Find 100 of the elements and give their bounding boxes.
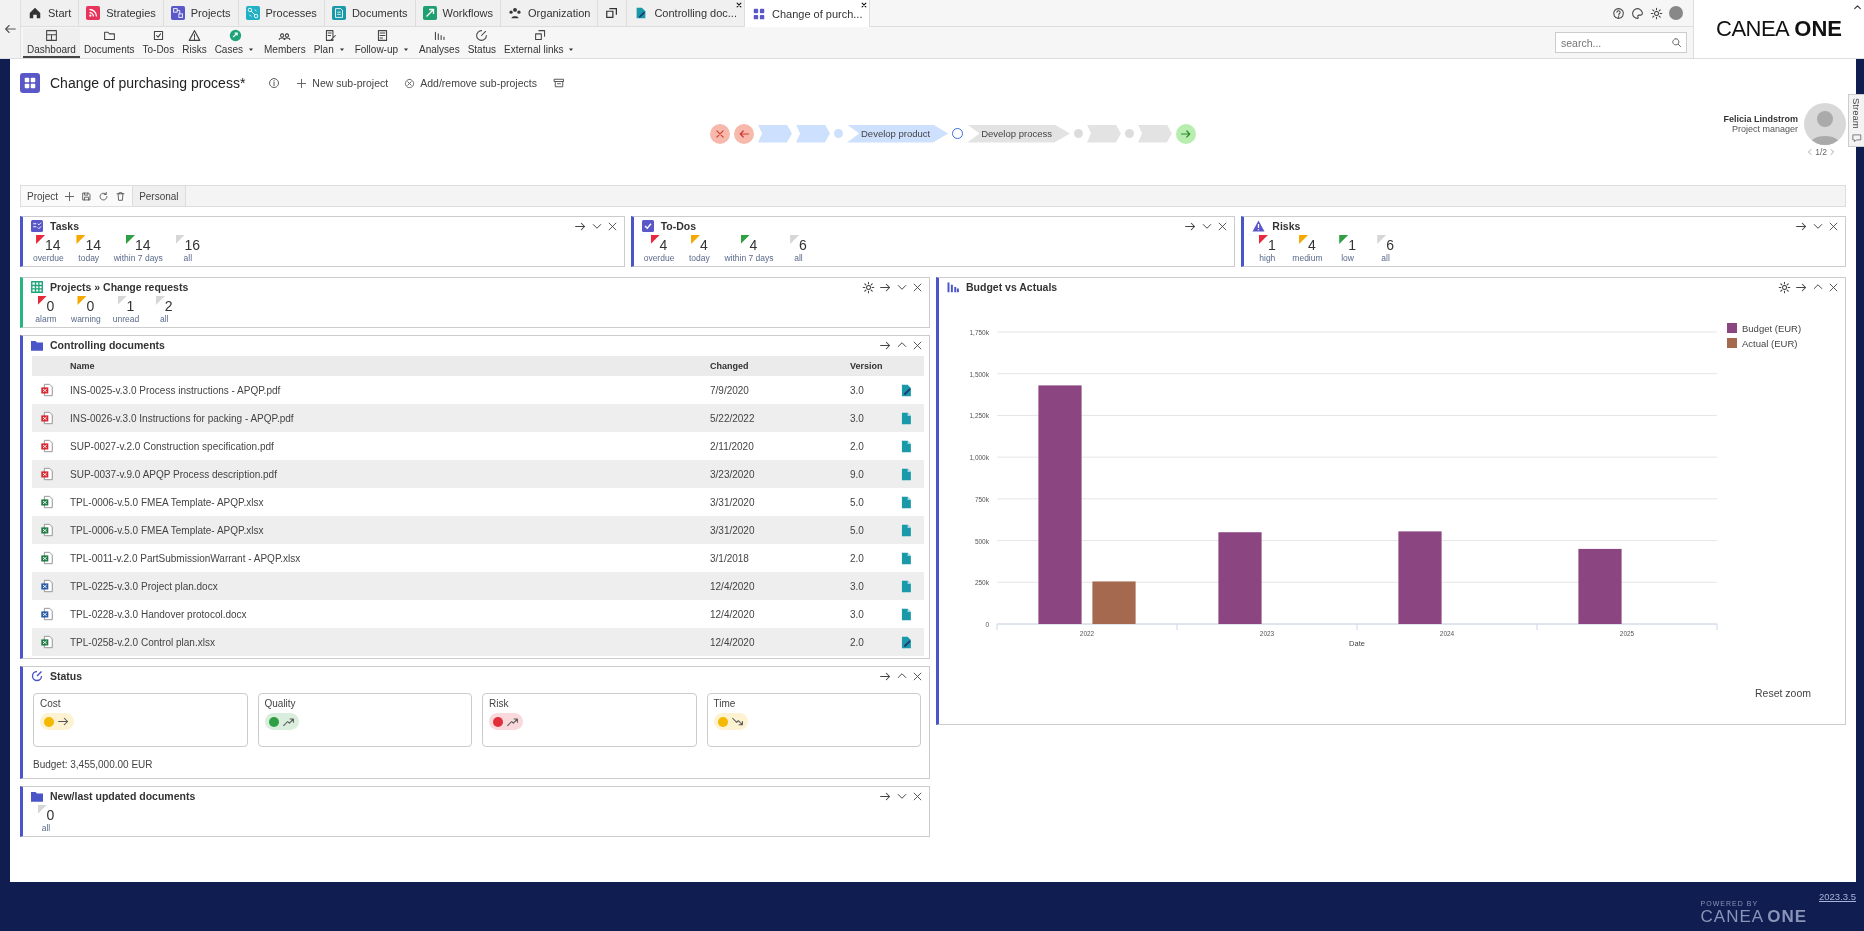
app-tab[interactable]: Change of purch... bbox=[744, 0, 871, 27]
document-link[interactable]: TPL-0225-v.3.0 Project plan.docx bbox=[70, 580, 218, 592]
toolbar-tab[interactable]: Members bbox=[260, 27, 310, 58]
previous-phase-button[interactable] bbox=[734, 123, 754, 144]
count-value[interactable]: 4 bbox=[749, 235, 758, 253]
count-value[interactable]: 4 bbox=[699, 235, 708, 253]
settings-button[interactable] bbox=[1778, 280, 1791, 294]
file-icon[interactable] bbox=[900, 411, 912, 425]
current-milestone[interactable] bbox=[952, 128, 964, 139]
column-header[interactable]: Name bbox=[70, 356, 710, 376]
next-phase-button[interactable] bbox=[1175, 123, 1196, 144]
bar[interactable] bbox=[1038, 385, 1082, 624]
help-icon[interactable] bbox=[1612, 6, 1625, 20]
count-value[interactable]: 0 bbox=[46, 805, 55, 823]
count-value[interactable]: 14 bbox=[85, 235, 101, 253]
file-icon[interactable] bbox=[900, 607, 912, 621]
toolbar-tab[interactable]: Risks bbox=[178, 27, 211, 58]
bar[interactable] bbox=[1218, 532, 1262, 624]
file-icon[interactable] bbox=[900, 579, 912, 593]
chevron-up-icon[interactable] bbox=[1853, 3, 1862, 12]
file-icon[interactable] bbox=[900, 467, 912, 481]
close-button[interactable] bbox=[912, 790, 923, 802]
toolbar-tab[interactable]: Plan bbox=[309, 27, 351, 58]
search-field[interactable]: search... bbox=[1555, 32, 1687, 53]
app-tab[interactable]: Controlling doc... bbox=[627, 0, 745, 26]
toolbar-tab[interactable]: Follow-up bbox=[350, 27, 416, 58]
count-value[interactable]: 14 bbox=[45, 235, 61, 253]
trash-icon[interactable] bbox=[115, 190, 127, 202]
stream-tab[interactable]: Stream bbox=[1848, 94, 1864, 147]
close-button[interactable] bbox=[912, 339, 923, 351]
legend-label[interactable]: Budget (EUR) bbox=[1742, 323, 1802, 334]
count-value[interactable]: 4 bbox=[659, 235, 668, 253]
count-value[interactable]: 0 bbox=[86, 296, 95, 314]
close-icon[interactable] bbox=[735, 2, 742, 8]
app-tab[interactable]: Documents bbox=[324, 0, 416, 26]
document-link[interactable]: INS-0025-v.3.0 Process instructions - APQP.pdf bbox=[70, 384, 281, 396]
count-value[interactable]: 1 bbox=[1348, 235, 1356, 253]
app-tab[interactable]: Organization bbox=[501, 0, 599, 26]
search-icon[interactable] bbox=[1671, 37, 1682, 48]
file-icon[interactable] bbox=[900, 495, 912, 509]
save-icon[interactable] bbox=[81, 190, 93, 202]
bar[interactable] bbox=[1398, 531, 1442, 624]
toolbar-button[interactable]: Add/remove sub-projects bbox=[401, 77, 540, 89]
toolbar-tab[interactable]: Documents bbox=[79, 27, 139, 58]
file-icon[interactable] bbox=[900, 439, 912, 453]
close-button[interactable] bbox=[1828, 281, 1839, 293]
reset-zoom-button[interactable]: Reset zoom bbox=[1748, 686, 1817, 700]
document-link[interactable]: TPL-0011-v.2.0 PartSubmissionWarrant - APQP.xlsx bbox=[70, 552, 301, 564]
milestone-dot[interactable] bbox=[1073, 129, 1083, 138]
close-icon[interactable] bbox=[861, 2, 868, 8]
milestone-dot[interactable] bbox=[834, 129, 843, 138]
phase-step[interactable]: Develop product bbox=[847, 124, 949, 143]
document-link[interactable]: SUP-0037-v.9.0 APQP Process description.pdf bbox=[70, 468, 277, 480]
user-avatar[interactable] bbox=[1669, 6, 1683, 20]
app-tab[interactable]: Strategies bbox=[79, 0, 164, 26]
toolbar-tab[interactable]: Analyses bbox=[415, 27, 464, 58]
view-tab[interactable]: Personal bbox=[133, 186, 186, 206]
app-tab[interactable]: Processes bbox=[238, 0, 325, 26]
refresh-icon[interactable] bbox=[98, 190, 110, 202]
close-button[interactable] bbox=[1828, 220, 1839, 232]
count-value[interactable]: 1 bbox=[126, 296, 135, 314]
document-link[interactable]: TPL-0006-v.5.0 FMEA Template- APQP.xlsx bbox=[70, 524, 264, 536]
app-tab[interactable]: Start bbox=[21, 0, 80, 26]
app-tab[interactable] bbox=[598, 0, 628, 26]
close-button[interactable] bbox=[1217, 220, 1229, 232]
milestone-dot[interactable] bbox=[1124, 129, 1134, 138]
cancel-button[interactable] bbox=[710, 123, 730, 144]
plus-icon[interactable] bbox=[64, 190, 76, 202]
file-icon[interactable] bbox=[900, 551, 912, 565]
phase-step[interactable]: Develop process bbox=[967, 124, 1070, 143]
count-value[interactable]: 16 bbox=[184, 235, 201, 253]
back-button[interactable] bbox=[3, 22, 17, 36]
legend-label[interactable]: Actual (EUR) bbox=[1742, 338, 1798, 349]
settings-icon[interactable] bbox=[1650, 6, 1663, 20]
settings-button[interactable] bbox=[862, 280, 875, 294]
toolbar-tab[interactable]: To-Dos bbox=[138, 27, 179, 58]
close-button[interactable] bbox=[912, 281, 923, 293]
count-value[interactable]: 6 bbox=[1386, 235, 1394, 253]
version-link[interactable]: 2023.3.5 bbox=[1819, 891, 1856, 902]
toolbar-button[interactable]: New sub-project bbox=[293, 77, 392, 89]
count-value[interactable]: 0 bbox=[46, 296, 55, 314]
document-link[interactable]: TPL-0228-v.3.0 Handover protocol.docx bbox=[70, 608, 247, 620]
file-edit-icon[interactable] bbox=[900, 635, 912, 649]
toolbar-tab[interactable]: Cases bbox=[210, 27, 260, 58]
app-tab[interactable]: Workflows bbox=[415, 0, 502, 26]
view-tab[interactable]: Project bbox=[21, 186, 134, 206]
toolbar-tab[interactable]: Status bbox=[463, 27, 500, 58]
count-value[interactable]: 1 bbox=[1267, 235, 1276, 253]
close-button[interactable] bbox=[912, 670, 923, 682]
document-link[interactable]: INS-0026-v.3.0 Instructions for packing - APQP.pdf bbox=[70, 412, 294, 424]
toolbar-tab[interactable]: External links bbox=[500, 27, 581, 58]
bar[interactable] bbox=[1578, 548, 1622, 624]
count-value[interactable]: 6 bbox=[799, 235, 807, 253]
count-value[interactable]: 14 bbox=[135, 235, 151, 253]
column-header[interactable]: Changed bbox=[710, 356, 850, 376]
count-value[interactable]: 4 bbox=[1308, 235, 1316, 253]
file-edit-icon[interactable] bbox=[900, 383, 912, 397]
document-link[interactable]: TPL-0258-v.2.0 Control plan.xlsx bbox=[70, 636, 215, 648]
app-tab[interactable]: Projects bbox=[163, 0, 239, 26]
toolbar-tab[interactable]: Dashboard bbox=[23, 27, 80, 58]
